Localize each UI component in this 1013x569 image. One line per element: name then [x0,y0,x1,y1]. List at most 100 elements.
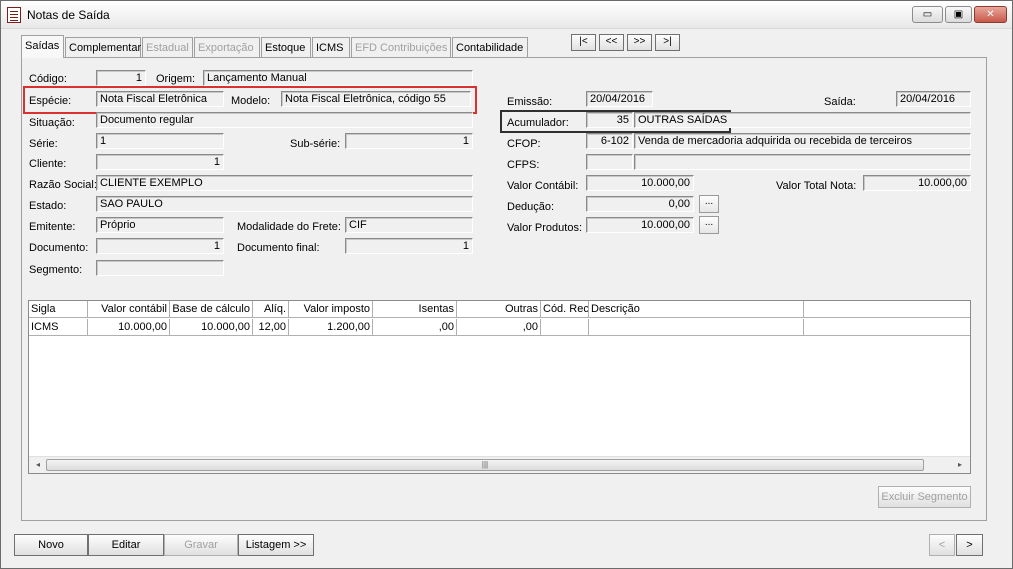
next-record-button[interactable]: >> [627,34,652,51]
valor-total-nota-label: Valor Total Nota: [776,180,857,192]
tab-exportacao[interactable]: Exportação [194,37,260,57]
cfps-code-field[interactable] [586,154,633,170]
col-aliquota[interactable]: Alíq. [253,301,289,318]
estado-label: Estado: [29,200,67,212]
minimize-button[interactable]: ▭ [912,6,943,23]
grid-header: Sigla Valor contábil Base de cálculo Alí… [29,301,970,318]
valor-produtos-field[interactable]: 10.000,00 [586,217,694,233]
maximize-button[interactable]: ▣ [945,6,972,23]
acumulador-label: Acumulador: [507,117,569,129]
valor-contabil-field[interactable]: 10.000,00 [586,175,694,191]
acumulador-code-field[interactable]: 35 [586,112,633,128]
taxes-grid[interactable]: Sigla Valor contábil Base de cálculo Alí… [28,300,971,474]
window-title: Notas de Saída [27,8,110,22]
serie-field[interactable]: 1 [96,133,224,149]
gravar-button[interactable]: Gravar [164,534,238,556]
previous-record-button[interactable]: << [599,34,624,51]
cell-valor-contabil: 10.000,00 [88,319,170,336]
tab-complementar[interactable]: Complementar [65,37,141,57]
valor-produtos-label: Valor Produtos: [507,222,583,234]
cfop-label: CFOP: [507,138,541,150]
modalidade-frete-field[interactable]: CIF [345,217,473,233]
notas-de-saida-window: Notas de Saída ▭ ▣ ✕ Saídas Complementar… [0,0,1013,569]
subserie-field[interactable]: 1 [345,133,473,149]
situacao-label: Situação: [29,117,75,129]
saida-label: Saída: [824,96,856,108]
col-base-calculo[interactable]: Base de cálculo [170,301,253,318]
scroll-left-icon[interactable]: ◂ [31,459,45,471]
cell-isentas: ,00 [373,319,457,336]
tab-saidas[interactable]: Saídas [21,35,64,58]
valor-total-nota-field[interactable]: 10.000,00 [863,175,971,191]
especie-label: Espécie: [29,95,72,107]
col-sigla[interactable]: Sigla [29,301,88,318]
horizontal-scrollbar[interactable]: ◂ ||| ▸ [29,456,970,473]
tab-contabilidade[interactable]: Contabilidade [452,37,528,57]
origem-field[interactable]: Lançamento Manual [203,70,473,86]
first-record-button[interactable]: |< [571,34,596,51]
cfop-desc-field[interactable]: Venda de mercadoria adquirida ou recebid… [634,133,971,149]
documento-final-field[interactable]: 1 [345,238,473,254]
next-button[interactable]: > [956,534,983,556]
scroll-thumb[interactable]: ||| [46,459,924,471]
emitente-label: Emitente: [29,221,76,233]
codigo-field[interactable]: 1 [96,70,146,86]
modelo-label: Modelo: [231,95,271,107]
deducao-ellipsis-button[interactable]: ... [699,195,719,213]
cell-descricao [589,319,804,336]
segmento-label: Segmento: [29,264,83,276]
deducao-label: Dedução: [507,201,555,213]
scroll-right-icon[interactable]: ▸ [953,459,967,471]
cfps-desc-field[interactable] [634,154,971,170]
col-isentas[interactable]: Isentas [373,301,457,318]
razao-social-field[interactable]: CLIENTE EXEMPLO [96,175,473,191]
situacao-field[interactable]: Documento regular [96,112,473,128]
tab-icms[interactable]: ICMS [312,37,350,57]
razao-social-label: Razão Social: [29,179,97,191]
cell-outras: ,00 [457,319,541,336]
acumulador-desc-field[interactable]: OUTRAS SAÍDAS [634,112,971,128]
cliente-field[interactable]: 1 [96,154,224,170]
especie-field[interactable]: Nota Fiscal Eletrônica [96,91,224,107]
emitente-field[interactable]: Próprio [96,217,224,233]
codigo-label: Código: [29,73,67,85]
cell-sigla: ICMS [29,319,88,336]
documento-final-label: Documento final: [237,242,320,254]
excluir-segmento-button[interactable]: Excluir Segmento [878,486,971,508]
col-descricao[interactable]: Descrição [589,301,804,318]
novo-button[interactable]: Novo [14,534,88,556]
col-outras[interactable]: Outras [457,301,541,318]
previous-button[interactable]: < [929,534,955,556]
valor-contabil-label: Valor Contábil: [507,180,579,192]
tab-estoque[interactable]: Estoque [261,37,311,57]
close-button[interactable]: ✕ [974,6,1007,23]
modelo-field[interactable]: Nota Fiscal Eletrônica, código 55 [281,91,471,107]
modalidade-frete-label: Modalidade do Frete: [237,221,341,233]
subserie-label: Sub-série: [290,138,341,150]
saida-field[interactable]: 20/04/2016 [896,91,971,107]
tab-estadual[interactable]: Estadual [142,37,193,57]
tab-efd-contribuicoes[interactable]: EFD Contribuições [351,37,451,57]
estado-field[interactable]: SAO PAULO [96,196,473,212]
documento-label: Documento: [29,242,89,254]
emissao-field[interactable]: 20/04/2016 [586,91,653,107]
emissao-label: Emissão: [507,96,553,108]
editar-button[interactable]: Editar [88,534,164,556]
documento-field[interactable]: 1 [96,238,224,254]
col-valor-contabil[interactable]: Valor contábil [88,301,170,318]
cfop-code-field[interactable]: 6-102 [586,133,633,149]
cell-base-calculo: 10.000,00 [170,319,253,336]
segmento-field[interactable] [96,260,224,276]
cell-aliquota: 12,00 [253,319,289,336]
col-valor-imposto[interactable]: Valor imposto [289,301,373,318]
cliente-label: Cliente: [29,158,67,170]
valor-produtos-ellipsis-button[interactable]: ... [699,216,719,234]
listagem-button[interactable]: Listagem >> [238,534,314,556]
document-icon [7,7,21,23]
title-bar: Notas de Saída ▭ ▣ ✕ [1,1,1012,29]
last-record-button[interactable]: >| [655,34,680,51]
origem-label: Origem: [156,73,196,85]
deducao-field[interactable]: 0,00 [586,196,694,212]
col-cod-rec[interactable]: Cód. Rec. [541,301,589,318]
table-row[interactable]: ICMS 10.000,00 10.000,00 12,00 1.200,00 … [29,319,970,336]
